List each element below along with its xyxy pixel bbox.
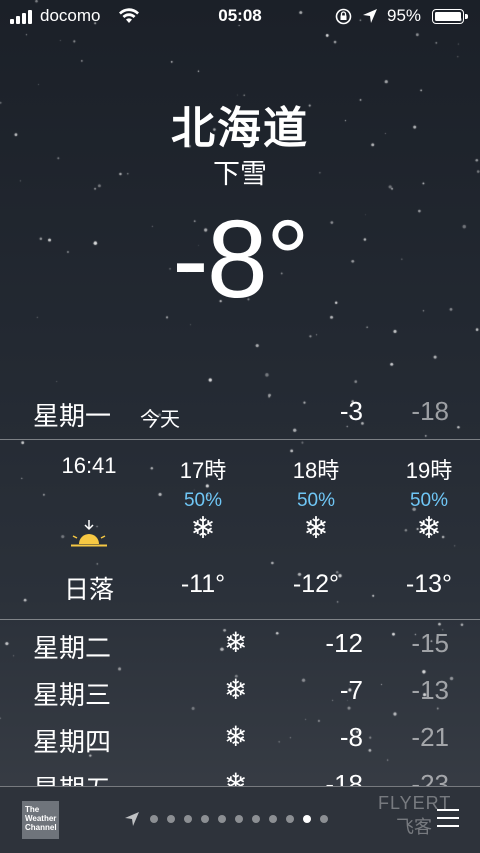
- hour-temp: -13°: [405, 570, 453, 598]
- page-indicator[interactable]: [150, 815, 328, 823]
- page-dot: [235, 815, 243, 823]
- orientation-lock-icon: [335, 8, 352, 30]
- watermark-text: 飞客: [396, 817, 432, 837]
- hourly-item: 16:41 日落: [29, 440, 149, 618]
- precip-chance: 50%: [296, 490, 336, 511]
- day-high: -12: [325, 628, 363, 658]
- location-services-icon: [362, 8, 378, 29]
- hour-time: 17時: [179, 458, 227, 483]
- day-low: -21: [411, 722, 449, 752]
- hourly-item: 18時 50% ❄ -12°: [256, 440, 376, 618]
- city-list-menu-icon[interactable]: [437, 809, 459, 833]
- battery-percentage: 95%: [387, 6, 422, 25]
- page-dot: [286, 815, 294, 823]
- hourly-item: 17時 50% ❄ -11°: [143, 440, 263, 618]
- page-dot: [320, 815, 328, 823]
- snow-icon: ❄: [416, 512, 442, 545]
- hour-temp: -12°: [292, 570, 340, 598]
- location-name: 北海道: [171, 104, 309, 153]
- snow-icon: ❄: [224, 627, 248, 658]
- today-day-name: 星期一: [33, 401, 112, 431]
- precip-chance: 50%: [409, 490, 449, 511]
- sunset-icon: [71, 520, 107, 547]
- today-label: 今天: [140, 409, 180, 431]
- weather-condition: 下雪: [213, 159, 267, 189]
- page-dot: [303, 815, 311, 823]
- page-dot: [201, 815, 209, 823]
- precip-chance: 50%: [183, 490, 223, 511]
- today-low: -18: [411, 396, 449, 426]
- hour-temp: -11°: [180, 570, 226, 598]
- page-dot: [269, 815, 277, 823]
- snow-icon: ❄: [190, 512, 216, 545]
- snow-icon: ❄: [303, 512, 329, 545]
- page-dot: [218, 815, 226, 823]
- daily-row: 星期四 ❄ -8 -21: [0, 721, 480, 768]
- page-dot: [150, 815, 158, 823]
- today-high: -3: [339, 396, 363, 426]
- day-high: -7: [339, 675, 363, 705]
- battery-icon: [432, 9, 468, 24]
- page-dot: [184, 815, 192, 823]
- daily-row: 星期二 ❄ -12 -15: [0, 627, 480, 674]
- status-bar: docomo 05:08 95%: [0, 4, 480, 30]
- day-high: -8: [339, 722, 363, 752]
- snow-icon: ❄: [224, 674, 248, 705]
- hourly-item: 19時 50% ❄ -13°: [369, 440, 480, 618]
- current-location-icon: [124, 811, 140, 832]
- hour-temp: 日落: [63, 576, 114, 604]
- day-name: 星期四: [33, 727, 112, 757]
- day-name: 星期三: [33, 680, 112, 710]
- page-dot: [167, 815, 175, 823]
- day-name: 星期二: [33, 633, 112, 663]
- hour-time: 16:41: [61, 453, 117, 478]
- day-low: -13: [411, 675, 449, 705]
- hour-time: 18時: [292, 458, 340, 483]
- page-dot: [252, 815, 260, 823]
- current-temperature: -8°: [172, 198, 310, 321]
- weather-channel-logo[interactable]: The Weather Channel: [22, 801, 59, 839]
- hourly-forecast[interactable]: 16:41 日落 17時 50% ❄ -11° 18時 50% ❄ -12° 1…: [0, 440, 480, 618]
- day-low: -15: [411, 628, 449, 658]
- snow-icon: ❄: [224, 721, 248, 752]
- hour-time: 19時: [405, 458, 453, 483]
- daily-row: 星期三 ❄ -7 -13: [0, 674, 480, 721]
- divider: [0, 619, 480, 620]
- bottom-bar: The Weather Channel FLYERT 飞客: [0, 786, 480, 853]
